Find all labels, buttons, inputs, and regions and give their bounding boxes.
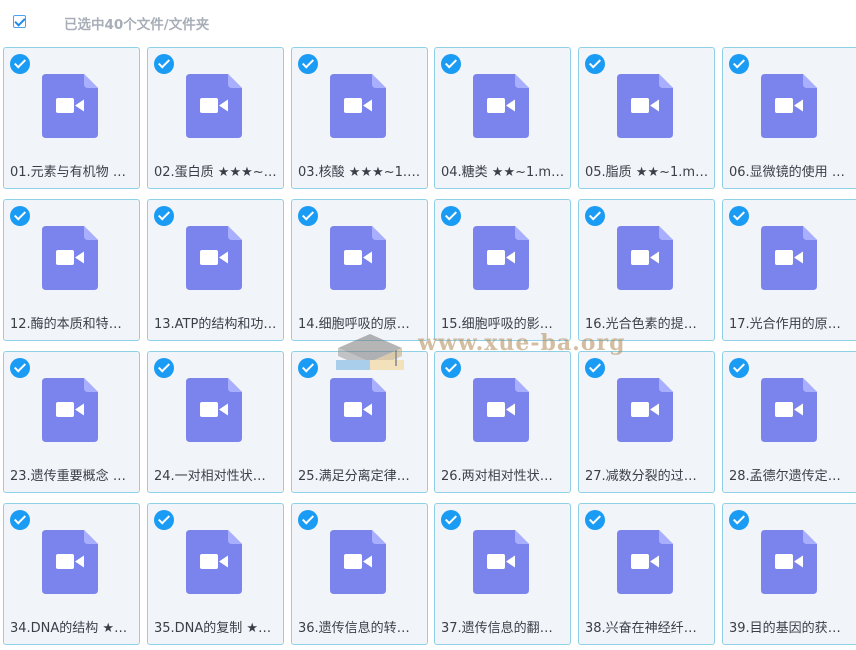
checkmark-icon[interactable] [441, 54, 461, 74]
file-name: 39.目的基因的获取 ★★~1.mp4 [729, 621, 853, 636]
checkmark-icon[interactable] [154, 510, 174, 530]
file-name: 16.光合色素的提取 ★★~1.mp4 [585, 317, 709, 332]
checkmark-icon[interactable] [10, 206, 30, 226]
video-file-icon [42, 226, 98, 290]
checkmark-icon[interactable] [729, 510, 749, 530]
file-name: 25.满足分离定律的条件 ★★~1.mp4 [298, 469, 422, 484]
file-tile[interactable]: 35.DNA的复制 ★★★~1.mp4 [147, 503, 284, 645]
file-name: 05.脂质 ★★~1.mp4 [585, 165, 709, 180]
select-all-checkbox[interactable] [13, 15, 26, 28]
file-name: 12.酶的本质和特性 ★★★~1.mp4 [10, 317, 134, 332]
file-name: 03.核酸 ★★★~1.mp4 [298, 165, 422, 180]
checkmark-icon[interactable] [10, 510, 30, 530]
checkmark-icon[interactable] [154, 206, 174, 226]
file-name: 15.细胞呼吸的影响因素 ★★~1.mp4 [441, 317, 565, 332]
checkmark-icon[interactable] [729, 206, 749, 226]
file-tile[interactable]: 15.细胞呼吸的影响因素 ★★~1.mp4 [434, 199, 571, 341]
file-name: 02.蛋白质 ★★★~1.mp4 [154, 165, 278, 180]
file-tile[interactable]: 04.糖类 ★★~1.mp4 [434, 47, 571, 189]
file-tile[interactable]: 05.脂质 ★★~1.mp4 [578, 47, 715, 189]
file-tile[interactable]: 34.DNA的结构 ★★★~1.mp4 [3, 503, 140, 645]
checkmark-icon[interactable] [729, 54, 749, 74]
checkmark-icon[interactable] [585, 206, 605, 226]
file-name: 26.两对相对性状的杂交实验 ★★★~1.mp4 [441, 469, 565, 484]
checkmark-icon[interactable] [298, 206, 318, 226]
video-file-icon [617, 74, 673, 138]
file-name: 23.遗传重要概念 ★★~1.mp4 [10, 469, 134, 484]
video-file-icon [761, 530, 817, 594]
video-file-icon [617, 378, 673, 442]
file-tile[interactable]: 36.遗传信息的转录 ★★★~1.mp4 [291, 503, 428, 645]
file-name: 38.兴奋在神经纤维上的传导 ★★★~1.mp4 [585, 621, 709, 636]
file-tile[interactable]: 28.孟德尔遗传定律 ★★~1.mp4 [722, 351, 856, 493]
file-tile[interactable]: 39.目的基因的获取 ★★~1.mp4 [722, 503, 856, 645]
selection-summary: 已选中40个文件/文件夹 [64, 17, 210, 33]
checkmark-icon[interactable] [10, 54, 30, 74]
video-file-icon [617, 226, 673, 290]
video-file-icon [761, 74, 817, 138]
file-name: 04.糖类 ★★~1.mp4 [441, 165, 565, 180]
checkmark-icon[interactable] [298, 358, 318, 378]
file-name: 28.孟德尔遗传定律 ★★~1.mp4 [729, 469, 853, 484]
checkmark-icon[interactable] [585, 510, 605, 530]
file-tile[interactable]: 17.光合作用的原理 ★★★~1.mp4 [722, 199, 856, 341]
video-file-icon [42, 378, 98, 442]
file-name: 37.遗传信息的翻译 ★★★~1.mp4 [441, 621, 565, 636]
file-name: 36.遗传信息的转录 ★★★~1.mp4 [298, 621, 422, 636]
checkmark-icon[interactable] [729, 358, 749, 378]
file-name: 34.DNA的结构 ★★★~1.mp4 [10, 621, 134, 636]
file-name: 17.光合作用的原理 ★★★~1.mp4 [729, 317, 853, 332]
file-tile[interactable]: 16.光合色素的提取 ★★~1.mp4 [578, 199, 715, 341]
checkmark-icon[interactable] [585, 54, 605, 74]
file-name: 13.ATP的结构和功能 ★★~1.mp4 [154, 317, 278, 332]
video-file-icon [473, 530, 529, 594]
file-name: 14.细胞呼吸的原理 ★★★~1.mp4 [298, 317, 422, 332]
checkmark-icon[interactable] [298, 54, 318, 74]
checkmark-icon[interactable] [441, 358, 461, 378]
checkmark-icon[interactable] [585, 358, 605, 378]
video-file-icon [473, 378, 529, 442]
file-name: 24.一对相对性状的杂交实验 ★★★~1.mp4 [154, 469, 278, 484]
file-name: 06.显微镜的使用 ★~1.mp4 [729, 165, 853, 180]
file-tile[interactable]: 25.满足分离定律的条件 ★★~1.mp4 [291, 351, 428, 493]
checkmark-icon[interactable] [154, 54, 174, 74]
video-file-icon [473, 74, 529, 138]
checkmark-icon[interactable] [10, 358, 30, 378]
checkmark-icon[interactable] [298, 510, 318, 530]
selection-toolbar: 已选中40个文件/文件夹 [0, 0, 856, 46]
checkmark-icon[interactable] [441, 510, 461, 530]
video-file-icon [186, 378, 242, 442]
video-file-icon [186, 530, 242, 594]
file-tile[interactable]: 24.一对相对性状的杂交实验 ★★★~1.mp4 [147, 351, 284, 493]
file-name: 27.减数分裂的过程 ★★★~1.mp4 [585, 469, 709, 484]
checkmark-icon[interactable] [441, 206, 461, 226]
video-file-icon [761, 226, 817, 290]
video-file-icon [761, 378, 817, 442]
video-file-icon [186, 226, 242, 290]
file-tile[interactable]: 37.遗传信息的翻译 ★★★~1.mp4 [434, 503, 571, 645]
file-name: 01.元素与有机物 ★★★~1.mp4 [10, 165, 134, 180]
video-file-icon [473, 226, 529, 290]
file-tile[interactable]: 23.遗传重要概念 ★★~1.mp4 [3, 351, 140, 493]
file-name: 35.DNA的复制 ★★★~1.mp4 [154, 621, 278, 636]
file-tile[interactable]: 06.显微镜的使用 ★~1.mp4 [722, 47, 856, 189]
file-tile[interactable]: 01.元素与有机物 ★★★~1.mp4 [3, 47, 140, 189]
checkmark-icon[interactable] [154, 358, 174, 378]
file-tile[interactable]: 38.兴奋在神经纤维上的传导 ★★★~1.mp4 [578, 503, 715, 645]
video-file-icon [186, 74, 242, 138]
video-file-icon [330, 530, 386, 594]
video-file-icon [330, 378, 386, 442]
file-tile[interactable]: 26.两对相对性状的杂交实验 ★★★~1.mp4 [434, 351, 571, 493]
file-tile[interactable]: 02.蛋白质 ★★★~1.mp4 [147, 47, 284, 189]
file-tile[interactable]: 13.ATP的结构和功能 ★★~1.mp4 [147, 199, 284, 341]
file-tile[interactable]: 03.核酸 ★★★~1.mp4 [291, 47, 428, 189]
video-file-icon [330, 74, 386, 138]
video-file-icon [330, 226, 386, 290]
video-file-icon [617, 530, 673, 594]
file-tile[interactable]: 14.细胞呼吸的原理 ★★★~1.mp4 [291, 199, 428, 341]
file-tile[interactable]: 27.减数分裂的过程 ★★★~1.mp4 [578, 351, 715, 493]
file-tile[interactable]: 12.酶的本质和特性 ★★★~1.mp4 [3, 199, 140, 341]
video-file-icon [42, 530, 98, 594]
video-file-icon [42, 74, 98, 138]
